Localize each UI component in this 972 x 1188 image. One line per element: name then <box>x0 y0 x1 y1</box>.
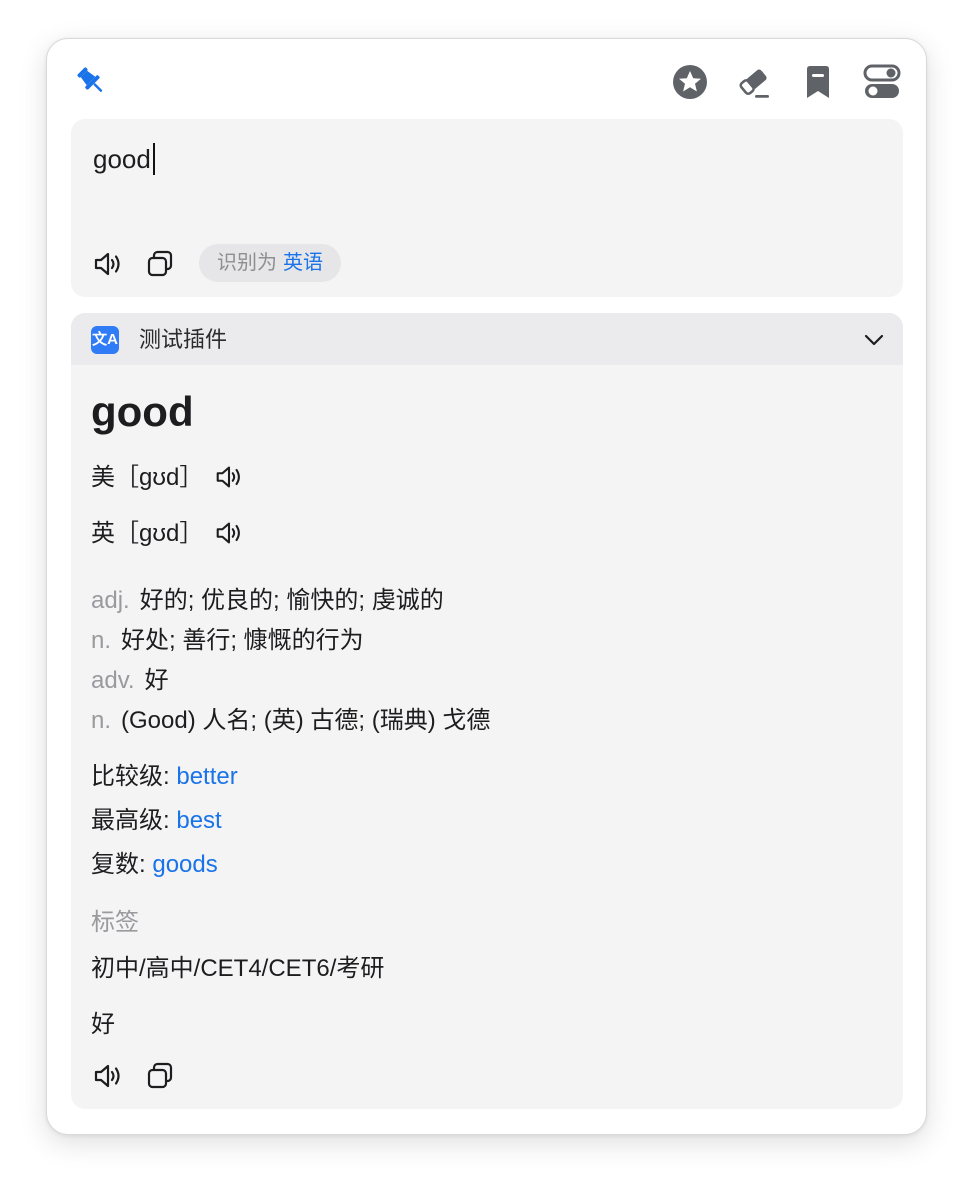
part-of-speech: adj. <box>91 587 130 614</box>
headword: good <box>91 388 194 435</box>
word-form-plural: 复数: goods <box>91 847 218 883</box>
part-of-speech: adv. <box>91 667 135 694</box>
translation-text: 好 <box>91 1011 115 1038</box>
tags-list: 初中/高中/CET4/CET6/考研 <box>91 955 385 982</box>
plugin-header[interactable]: 文A 测试插件 <box>71 313 903 365</box>
translate-plugin-icon: 文A <box>91 326 119 354</box>
form-label: 复数: <box>91 851 146 878</box>
form-link[interactable]: better <box>176 763 237 790</box>
query-input[interactable]: good <box>93 143 155 175</box>
definition-text: 好的; 优良的; 愉快的; 虔诚的 <box>139 587 444 614</box>
detect-label: 识别为 <box>217 252 277 274</box>
phonetic-us: 美［gʊd］ <box>91 461 245 495</box>
speaker-icon[interactable] <box>91 247 125 281</box>
form-link[interactable]: best <box>176 807 221 834</box>
word-form-comparative: 比较级: better <box>91 759 238 795</box>
definition-row: adv. 好 <box>91 663 169 699</box>
definition-row: n. (Good) 人名; (英) 古德; (瑞典) 戈德 <box>91 703 490 739</box>
tags-title: 标签 <box>91 909 139 936</box>
speaker-icon[interactable] <box>213 461 245 493</box>
definition-row: adj. 好的; 优良的; 愉快的; 虔诚的 <box>91 583 444 619</box>
speaker-icon[interactable] <box>91 1059 125 1093</box>
star-icon[interactable] <box>671 63 709 101</box>
definition-text: 好处; 善行; 慷慨的行为 <box>121 627 364 654</box>
toggle-icon[interactable] <box>863 63 901 101</box>
part-of-speech: n. <box>91 627 112 654</box>
chevron-down-icon[interactable] <box>861 327 887 353</box>
definition-text: (Good) 人名; (英) 古德; (瑞典) 戈德 <box>121 707 491 734</box>
phonetic-uk: 英［gʊd］ <box>91 517 245 551</box>
definition-row: n. 好处; 善行; 慷慨的行为 <box>91 623 364 659</box>
phonetic-ipa: ［gʊd］ <box>115 520 204 547</box>
pin-icon[interactable] <box>73 63 109 99</box>
result-panel: 文A 测试插件 good 美［gʊd］ 英［gʊd］ adj. 好的; 优良的;… <box>71 313 903 1109</box>
phonetic-ipa: ［gʊd］ <box>115 464 204 491</box>
plugin-name: 测试插件 <box>139 327 228 352</box>
form-label: 最高级: <box>91 807 170 834</box>
phonetic-region: 英 <box>91 520 115 547</box>
copy-icon[interactable] <box>143 247 177 281</box>
input-panel: good 识别为 英语 <box>71 119 903 297</box>
detected-language-badge[interactable]: 识别为 英语 <box>199 244 341 282</box>
phonetic-region: 美 <box>91 464 115 491</box>
form-link[interactable]: goods <box>152 851 217 878</box>
form-label: 比较级: <box>91 763 170 790</box>
speaker-icon[interactable] <box>213 517 245 549</box>
eraser-icon[interactable] <box>735 63 773 101</box>
bookmark-icon[interactable] <box>799 63 837 101</box>
translator-window: good 识别为 英语 文A 测试插件 good 美［gʊd］ 英［gʊd］ a… <box>46 38 927 1135</box>
word-form-superlative: 最高级: best <box>91 803 222 839</box>
copy-icon[interactable] <box>143 1059 177 1093</box>
detected-language: 英语 <box>283 252 323 274</box>
part-of-speech: n. <box>91 707 112 734</box>
definition-text: 好 <box>144 667 169 694</box>
